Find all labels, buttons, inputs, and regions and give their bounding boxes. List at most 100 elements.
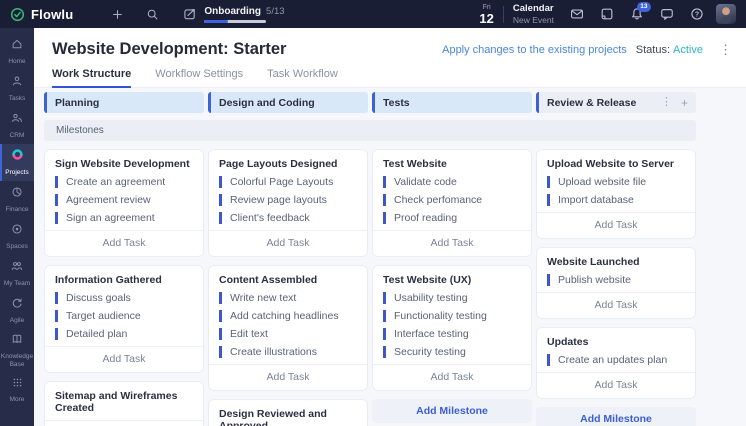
add-milestone-button[interactable]: Add Milestone [536, 407, 696, 426]
task-item[interactable]: Interface testing [383, 328, 521, 340]
sidebar-item-projects[interactable]: Projects [0, 144, 34, 181]
milestone-card: Information Gathered Discuss goals Target … [44, 265, 204, 373]
sidebar-item-label: CRM [10, 132, 25, 140]
task-item[interactable]: Target audience [55, 310, 193, 322]
stage-header-planning[interactable]: Planning [44, 92, 204, 113]
projects-icon [11, 148, 24, 166]
add-task-button[interactable]: Add Task [373, 364, 531, 390]
stage-header-review-release[interactable]: Review & Release ⋮ + [536, 92, 696, 113]
date-day-name: Fri [479, 4, 493, 11]
add-task-button[interactable]: Add Task [537, 292, 695, 318]
add-task-button[interactable]: Add Task [45, 346, 203, 372]
app-window: Flowlu Onboarding 5/13 Fri 12 Calendar N… [0, 0, 746, 426]
sidebar-item-tasks[interactable]: Tasks [0, 70, 34, 107]
tab-workflow-settings[interactable]: Workflow Settings [155, 68, 243, 88]
milestone-title[interactable]: Content Assembled [219, 274, 357, 286]
tab-task-workflow[interactable]: Task Workflow [267, 68, 338, 88]
milestone-title[interactable]: Sign Website Development [55, 158, 193, 170]
kebab-menu-icon[interactable]: ⋮ [719, 43, 732, 56]
add-task-button[interactable]: Add Task [209, 364, 367, 390]
sidebar-item-knowledge-base[interactable]: Knowledge Base [0, 329, 34, 371]
sidebar-item-crm[interactable]: CRM [0, 107, 34, 144]
stage-title: Review & Release [547, 97, 636, 109]
create-plus-icon[interactable] [111, 8, 124, 21]
bell-icon[interactable]: 13 [630, 7, 644, 21]
mail-icon[interactable] [570, 7, 584, 21]
task-item[interactable]: Publish website [547, 274, 685, 286]
sidebar-item-label: Home [8, 58, 25, 66]
task-item[interactable]: Write new text [219, 292, 357, 304]
finance-icon [11, 185, 23, 203]
status-value[interactable]: Active [673, 44, 703, 56]
milestone-title[interactable]: Design Reviewed and Approved [219, 408, 357, 426]
add-task-button[interactable]: Add Task [209, 230, 367, 256]
stage-header-tests[interactable]: Tests [372, 92, 532, 113]
task-item[interactable]: Create an agreement [55, 176, 193, 188]
add-task-button[interactable]: Add Task [373, 230, 531, 256]
add-task-button[interactable]: Add Task [45, 420, 203, 426]
task-item[interactable]: Detailed plan [55, 328, 193, 340]
search-icon[interactable] [146, 8, 159, 21]
task-item[interactable]: Colorful Page Layouts [219, 176, 357, 188]
sidebar-item-spaces[interactable]: Spaces [0, 218, 34, 255]
milestone-title[interactable]: Test Website (UX) [383, 274, 521, 286]
add-milestone-button[interactable]: Add Milestone [372, 399, 532, 423]
add-task-button[interactable]: Add Task [45, 230, 203, 256]
task-item[interactable]: Discuss goals [55, 292, 193, 304]
notes-icon[interactable] [600, 7, 614, 21]
task-item[interactable]: Security testing [383, 346, 521, 358]
sidebar-item-label: Agile [10, 317, 24, 325]
task-item[interactable]: Create illustrations [219, 346, 357, 358]
task-item[interactable]: Review page layouts [219, 194, 357, 206]
stage-add-icon[interactable]: + [681, 97, 688, 109]
sidebar-item-more[interactable]: More [0, 371, 34, 408]
add-task-button[interactable]: Add Task [537, 212, 695, 238]
user-avatar[interactable] [716, 4, 736, 24]
task-item[interactable]: Validate code [383, 176, 521, 188]
date-widget[interactable]: Fri 12 [479, 4, 493, 25]
sidebar-item-agile[interactable]: Agile [0, 292, 34, 329]
stage-menu-icon[interactable]: ⋮ [661, 97, 672, 108]
sidebar-item-my-team[interactable]: My Team [0, 255, 34, 292]
tab-work-structure[interactable]: Work Structure [52, 68, 131, 88]
milestone-title[interactable]: Website Launched [547, 256, 685, 268]
task-item[interactable]: Check perfomance [383, 194, 521, 206]
milestone-title[interactable]: Test Website [383, 158, 521, 170]
task-item[interactable]: Proof reading [383, 212, 521, 224]
task-item[interactable]: Add catching headlines [219, 310, 357, 322]
help-icon[interactable]: ? [690, 7, 704, 21]
brand-logo[interactable]: Flowlu [10, 7, 73, 22]
task-item[interactable]: Functionality testing [383, 310, 521, 322]
milestone-card: Test Website (UX) Usability testing Functi… [372, 265, 532, 391]
calendar-new-event[interactable]: Calendar New Event [513, 4, 554, 24]
onboarding-progress[interactable]: Onboarding 5/13 [183, 6, 284, 23]
milestone-title[interactable]: Information Gathered [55, 274, 193, 286]
status-label: Status: [636, 44, 670, 56]
stage-header-design-and-coding[interactable]: Design and Coding [208, 92, 368, 113]
calendar-subtitle: New Event [513, 16, 554, 25]
notification-badge: 13 [637, 2, 651, 12]
milestone-title[interactable]: Page Layouts Designed [219, 158, 357, 170]
task-item[interactable]: Sign an agreement [55, 212, 193, 224]
milestone-title[interactable]: Sitemap and Wireframes Created [55, 390, 193, 414]
task-item[interactable]: Client's feedback [219, 212, 357, 224]
task-item[interactable]: Upload website file [547, 176, 685, 188]
task-item[interactable]: Edit text [219, 328, 357, 340]
more-icon [12, 375, 23, 393]
sidebar-item-home[interactable]: Home [0, 33, 34, 70]
apply-changes-link[interactable]: Apply changes to the existing projects [442, 44, 627, 56]
chat-icon[interactable] [660, 7, 674, 21]
milestone-card: Website Launched Publish website Add Task [536, 247, 696, 319]
add-task-button[interactable]: Add Task [537, 372, 695, 398]
task-item[interactable]: Import database [547, 194, 685, 206]
stage-column-planning: Sign Website Development Create an agreem… [44, 149, 204, 426]
stage-title: Tests [383, 97, 410, 109]
milestone-card: Sitemap and Wireframes Created Add Task [44, 381, 204, 426]
sidebar-item-finance[interactable]: Finance [0, 181, 34, 218]
milestone-title[interactable]: Updates [547, 336, 685, 348]
task-item[interactable]: Agreement review [55, 194, 193, 206]
task-item[interactable]: Create an updates plan [547, 354, 685, 366]
task-item[interactable]: Usability testing [383, 292, 521, 304]
milestone-title[interactable]: Upload Website to Server [547, 158, 685, 170]
topbar: Flowlu Onboarding 5/13 Fri 12 Calendar N… [0, 0, 746, 28]
